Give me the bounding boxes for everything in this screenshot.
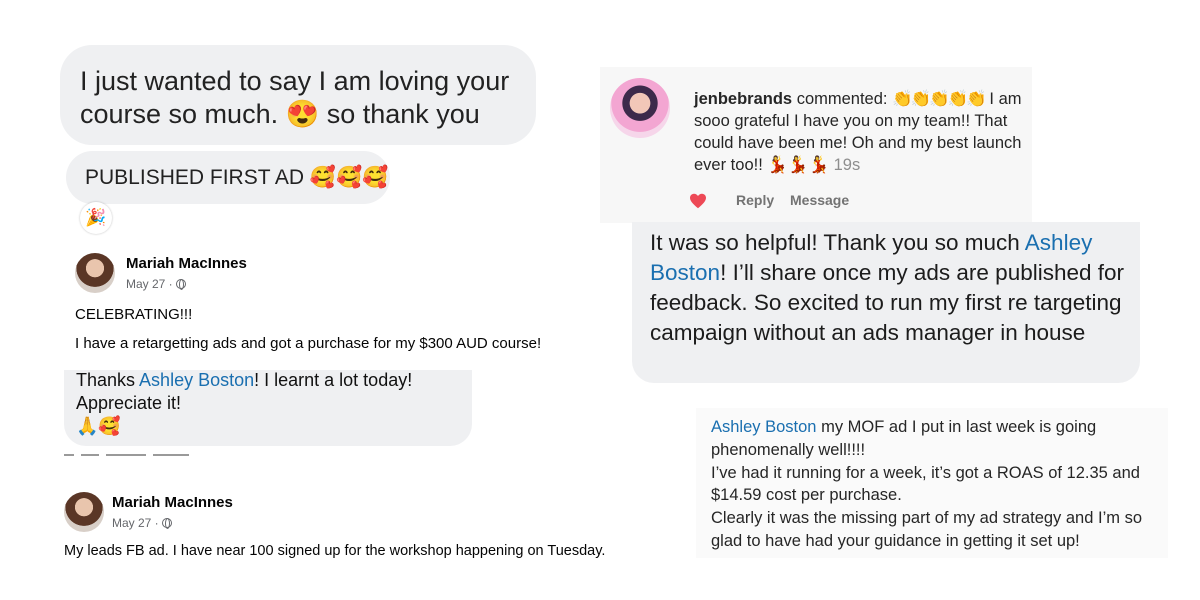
comment-action: commented: [796, 90, 888, 108]
cropped-text-fragment [64, 454, 244, 460]
post-date[interactable]: May 27 · [112, 516, 159, 530]
comment-text: jenbebrands commented: 👏👏👏👏👏 I am sooo g… [694, 88, 1026, 176]
commenter-username[interactable]: jenbebrands [694, 90, 792, 108]
message-text: Ashley Boston my MOF ad I put in last we… [711, 416, 1166, 553]
message-button[interactable]: Message [790, 192, 849, 208]
globe-icon [161, 518, 172, 529]
post-text: My leads FB ad. I have near 100 signed u… [64, 543, 606, 559]
emoji: 🙏🥰 [76, 416, 121, 436]
message-bubble-loving-course: I just wanted to say I am loving your co… [60, 45, 536, 145]
message-text: I just wanted to say I am loving your co… [80, 66, 510, 129]
post-author[interactable]: Mariah MacInnes [112, 494, 233, 511]
avatar[interactable] [75, 253, 115, 293]
clapping-hands-icon: 👏👏👏👏👏 [892, 90, 987, 108]
text-rest: ! I learnt a lot today! [254, 370, 413, 390]
comment-timestamp: 19s [833, 156, 861, 174]
globe-icon [175, 279, 186, 290]
post-text-line2: I have a retargetting ads and got a purc… [75, 335, 542, 352]
message-mof-ad: Ashley Boston my MOF ad I put in last we… [696, 408, 1168, 558]
text-line3: Clearly it was the missing part of my ad… [711, 509, 1142, 550]
message-bubble-thanks: Thanks Ashley Boston! I learnt a lot tod… [64, 370, 472, 446]
message-bubble-helpful: It was so helpful! Thank you so much Ash… [632, 222, 1140, 383]
post-text-line1: CELEBRATING!!! [75, 306, 193, 323]
post-meta: May 27 · [112, 516, 172, 530]
post-meta: May 27 · [126, 277, 186, 291]
mention-link[interactable]: Ashley Boston [139, 370, 254, 390]
mention-link[interactable]: Ashley Boston [711, 418, 816, 436]
text-line2: I’ve had it running for a week, it’s got… [711, 463, 1140, 505]
text-line2: Appreciate it! [76, 393, 182, 413]
party-reaction-icon[interactable]: 🎉 [80, 202, 112, 234]
post-author[interactable]: Mariah MacInnes [126, 255, 247, 272]
heart-icon[interactable] [689, 193, 707, 209]
post-date[interactable]: May 27 · [126, 277, 173, 291]
reply-button[interactable]: Reply [736, 192, 774, 208]
message-text: It was so helpful! Thank you so much Ash… [650, 228, 1136, 348]
message-text: Thanks Ashley Boston! I learnt a lot tod… [76, 369, 412, 438]
text-prefix: Thanks [76, 370, 140, 390]
text-rest: ! I’ll share once my ads are published f… [650, 260, 1125, 345]
message-bubble-published-ad: PUBLISHED FIRST AD 🥰🥰🥰 [66, 151, 390, 204]
instagram-comment-card: jenbebrands commented: 👏👏👏👏👏 I am sooo g… [600, 67, 1032, 223]
text-prefix: It was so helpful! Thank you so much [650, 230, 1025, 255]
message-text: PUBLISHED FIRST AD 🥰🥰🥰 [85, 166, 389, 189]
avatar[interactable] [64, 492, 104, 532]
commenter-avatar[interactable] [610, 78, 670, 138]
